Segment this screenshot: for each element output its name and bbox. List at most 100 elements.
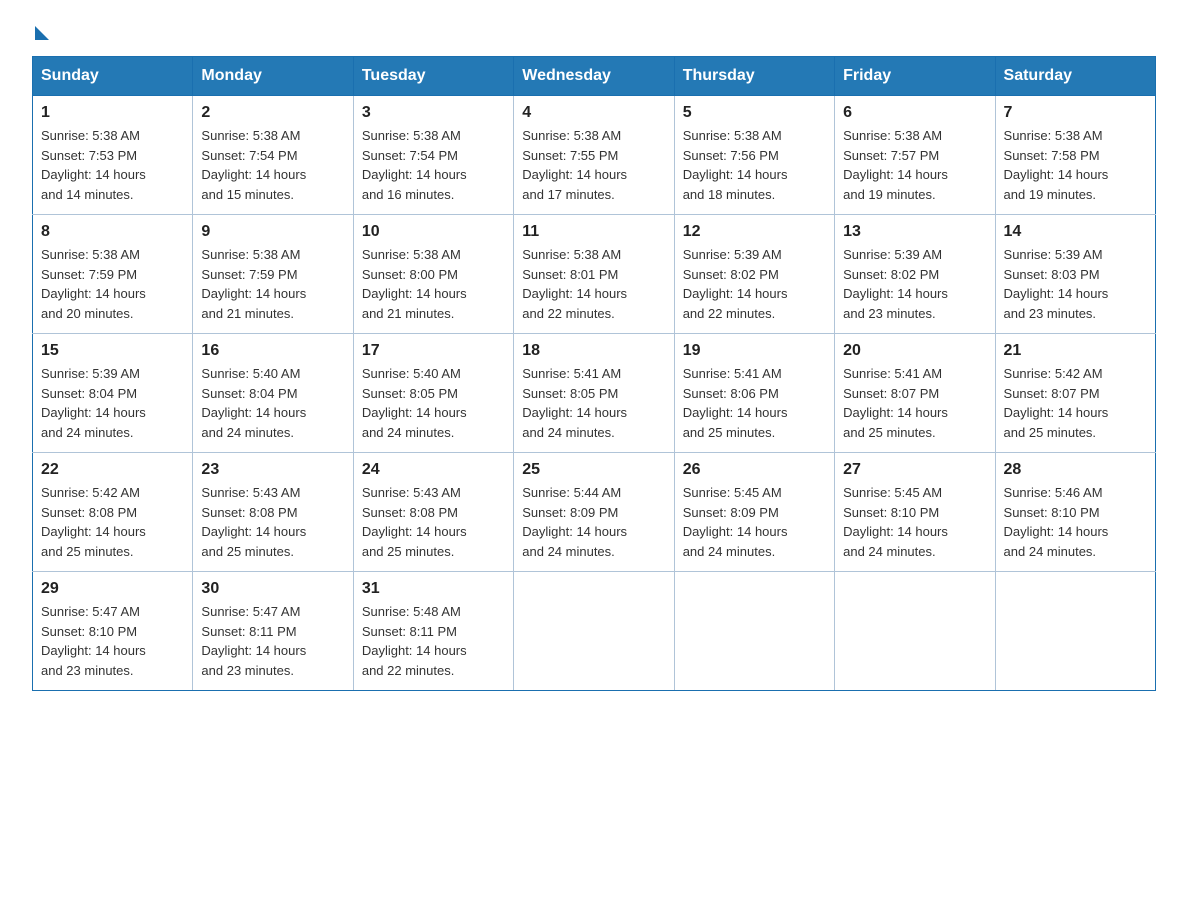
calendar-day-cell: [835, 572, 995, 691]
day-number: 31: [362, 580, 505, 598]
logo-arrow-icon: [35, 26, 49, 40]
calendar-day-cell: 31 Sunrise: 5:48 AMSunset: 8:11 PMDaylig…: [353, 572, 513, 691]
day-info: Sunrise: 5:46 AMSunset: 8:10 PMDaylight:…: [1004, 485, 1109, 559]
calendar-day-cell: 26 Sunrise: 5:45 AMSunset: 8:09 PMDaylig…: [674, 453, 834, 572]
day-info: Sunrise: 5:38 AMSunset: 7:56 PMDaylight:…: [683, 128, 788, 202]
day-number: 18: [522, 342, 665, 360]
calendar-day-cell: 18 Sunrise: 5:41 AMSunset: 8:05 PMDaylig…: [514, 334, 674, 453]
day-number: 28: [1004, 461, 1147, 479]
day-info: Sunrise: 5:39 AMSunset: 8:02 PMDaylight:…: [843, 247, 948, 321]
day-info: Sunrise: 5:41 AMSunset: 8:07 PMDaylight:…: [843, 366, 948, 440]
day-number: 14: [1004, 223, 1147, 241]
day-number: 2: [201, 104, 344, 122]
day-info: Sunrise: 5:40 AMSunset: 8:05 PMDaylight:…: [362, 366, 467, 440]
calendar-day-cell: 25 Sunrise: 5:44 AMSunset: 8:09 PMDaylig…: [514, 453, 674, 572]
calendar-table: SundayMondayTuesdayWednesdayThursdayFrid…: [32, 56, 1156, 691]
day-number: 10: [362, 223, 505, 241]
day-of-week-header: Tuesday: [353, 57, 513, 96]
page-header: [32, 24, 1156, 40]
day-info: Sunrise: 5:38 AMSunset: 8:00 PMDaylight:…: [362, 247, 467, 321]
calendar-day-cell: 5 Sunrise: 5:38 AMSunset: 7:56 PMDayligh…: [674, 96, 834, 215]
calendar-day-cell: 4 Sunrise: 5:38 AMSunset: 7:55 PMDayligh…: [514, 96, 674, 215]
calendar-week-row: 22 Sunrise: 5:42 AMSunset: 8:08 PMDaylig…: [33, 453, 1156, 572]
day-info: Sunrise: 5:45 AMSunset: 8:10 PMDaylight:…: [843, 485, 948, 559]
day-number: 16: [201, 342, 344, 360]
day-number: 5: [683, 104, 826, 122]
day-number: 13: [843, 223, 986, 241]
calendar-day-cell: 16 Sunrise: 5:40 AMSunset: 8:04 PMDaylig…: [193, 334, 353, 453]
day-info: Sunrise: 5:45 AMSunset: 8:09 PMDaylight:…: [683, 485, 788, 559]
day-number: 7: [1004, 104, 1147, 122]
day-number: 19: [683, 342, 826, 360]
day-of-week-header: Wednesday: [514, 57, 674, 96]
calendar-day-cell: 11 Sunrise: 5:38 AMSunset: 8:01 PMDaylig…: [514, 215, 674, 334]
calendar-day-cell: 14 Sunrise: 5:39 AMSunset: 8:03 PMDaylig…: [995, 215, 1155, 334]
day-info: Sunrise: 5:38 AMSunset: 7:55 PMDaylight:…: [522, 128, 627, 202]
calendar-day-cell: 27 Sunrise: 5:45 AMSunset: 8:10 PMDaylig…: [835, 453, 995, 572]
day-of-week-header: Saturday: [995, 57, 1155, 96]
day-number: 27: [843, 461, 986, 479]
calendar-day-cell: 24 Sunrise: 5:43 AMSunset: 8:08 PMDaylig…: [353, 453, 513, 572]
day-number: 17: [362, 342, 505, 360]
day-number: 21: [1004, 342, 1147, 360]
calendar-day-cell: 1 Sunrise: 5:38 AMSunset: 7:53 PMDayligh…: [33, 96, 193, 215]
day-of-week-header: Monday: [193, 57, 353, 96]
day-number: 12: [683, 223, 826, 241]
day-info: Sunrise: 5:40 AMSunset: 8:04 PMDaylight:…: [201, 366, 306, 440]
calendar-day-cell: 20 Sunrise: 5:41 AMSunset: 8:07 PMDaylig…: [835, 334, 995, 453]
day-info: Sunrise: 5:39 AMSunset: 8:04 PMDaylight:…: [41, 366, 146, 440]
calendar-day-cell: 23 Sunrise: 5:43 AMSunset: 8:08 PMDaylig…: [193, 453, 353, 572]
day-info: Sunrise: 5:42 AMSunset: 8:07 PMDaylight:…: [1004, 366, 1109, 440]
day-of-week-header: Friday: [835, 57, 995, 96]
day-of-week-header: Sunday: [33, 57, 193, 96]
calendar-day-cell: 3 Sunrise: 5:38 AMSunset: 7:54 PMDayligh…: [353, 96, 513, 215]
day-number: 22: [41, 461, 184, 479]
calendar-week-row: 29 Sunrise: 5:47 AMSunset: 8:10 PMDaylig…: [33, 572, 1156, 691]
calendar-day-cell: 12 Sunrise: 5:39 AMSunset: 8:02 PMDaylig…: [674, 215, 834, 334]
day-info: Sunrise: 5:38 AMSunset: 7:53 PMDaylight:…: [41, 128, 146, 202]
day-info: Sunrise: 5:39 AMSunset: 8:02 PMDaylight:…: [683, 247, 788, 321]
calendar-day-cell: 7 Sunrise: 5:38 AMSunset: 7:58 PMDayligh…: [995, 96, 1155, 215]
calendar-day-cell: 28 Sunrise: 5:46 AMSunset: 8:10 PMDaylig…: [995, 453, 1155, 572]
calendar-day-cell: 8 Sunrise: 5:38 AMSunset: 7:59 PMDayligh…: [33, 215, 193, 334]
day-info: Sunrise: 5:43 AMSunset: 8:08 PMDaylight:…: [201, 485, 306, 559]
day-info: Sunrise: 5:38 AMSunset: 7:59 PMDaylight:…: [201, 247, 306, 321]
day-number: 3: [362, 104, 505, 122]
day-number: 4: [522, 104, 665, 122]
day-info: Sunrise: 5:47 AMSunset: 8:10 PMDaylight:…: [41, 604, 146, 678]
calendar-day-cell: 30 Sunrise: 5:47 AMSunset: 8:11 PMDaylig…: [193, 572, 353, 691]
calendar-day-cell: 10 Sunrise: 5:38 AMSunset: 8:00 PMDaylig…: [353, 215, 513, 334]
day-info: Sunrise: 5:39 AMSunset: 8:03 PMDaylight:…: [1004, 247, 1109, 321]
day-info: Sunrise: 5:38 AMSunset: 7:54 PMDaylight:…: [362, 128, 467, 202]
day-info: Sunrise: 5:43 AMSunset: 8:08 PMDaylight:…: [362, 485, 467, 559]
calendar-day-cell: 17 Sunrise: 5:40 AMSunset: 8:05 PMDaylig…: [353, 334, 513, 453]
day-number: 30: [201, 580, 344, 598]
day-number: 24: [362, 461, 505, 479]
day-info: Sunrise: 5:38 AMSunset: 7:58 PMDaylight:…: [1004, 128, 1109, 202]
day-number: 1: [41, 104, 184, 122]
day-info: Sunrise: 5:44 AMSunset: 8:09 PMDaylight:…: [522, 485, 627, 559]
calendar-week-row: 1 Sunrise: 5:38 AMSunset: 7:53 PMDayligh…: [33, 96, 1156, 215]
calendar-day-cell: [995, 572, 1155, 691]
day-info: Sunrise: 5:38 AMSunset: 7:59 PMDaylight:…: [41, 247, 146, 321]
calendar-day-cell: 21 Sunrise: 5:42 AMSunset: 8:07 PMDaylig…: [995, 334, 1155, 453]
day-info: Sunrise: 5:41 AMSunset: 8:05 PMDaylight:…: [522, 366, 627, 440]
day-number: 26: [683, 461, 826, 479]
logo: [32, 24, 49, 40]
day-info: Sunrise: 5:42 AMSunset: 8:08 PMDaylight:…: [41, 485, 146, 559]
calendar-day-cell: [674, 572, 834, 691]
day-info: Sunrise: 5:38 AMSunset: 7:54 PMDaylight:…: [201, 128, 306, 202]
calendar-week-row: 15 Sunrise: 5:39 AMSunset: 8:04 PMDaylig…: [33, 334, 1156, 453]
calendar-day-cell: [514, 572, 674, 691]
day-info: Sunrise: 5:48 AMSunset: 8:11 PMDaylight:…: [362, 604, 467, 678]
day-info: Sunrise: 5:41 AMSunset: 8:06 PMDaylight:…: [683, 366, 788, 440]
day-number: 6: [843, 104, 986, 122]
day-of-week-header: Thursday: [674, 57, 834, 96]
calendar-day-cell: 6 Sunrise: 5:38 AMSunset: 7:57 PMDayligh…: [835, 96, 995, 215]
calendar-day-cell: 15 Sunrise: 5:39 AMSunset: 8:04 PMDaylig…: [33, 334, 193, 453]
day-number: 9: [201, 223, 344, 241]
calendar-week-row: 8 Sunrise: 5:38 AMSunset: 7:59 PMDayligh…: [33, 215, 1156, 334]
calendar-day-cell: 2 Sunrise: 5:38 AMSunset: 7:54 PMDayligh…: [193, 96, 353, 215]
day-number: 23: [201, 461, 344, 479]
calendar-day-cell: 13 Sunrise: 5:39 AMSunset: 8:02 PMDaylig…: [835, 215, 995, 334]
